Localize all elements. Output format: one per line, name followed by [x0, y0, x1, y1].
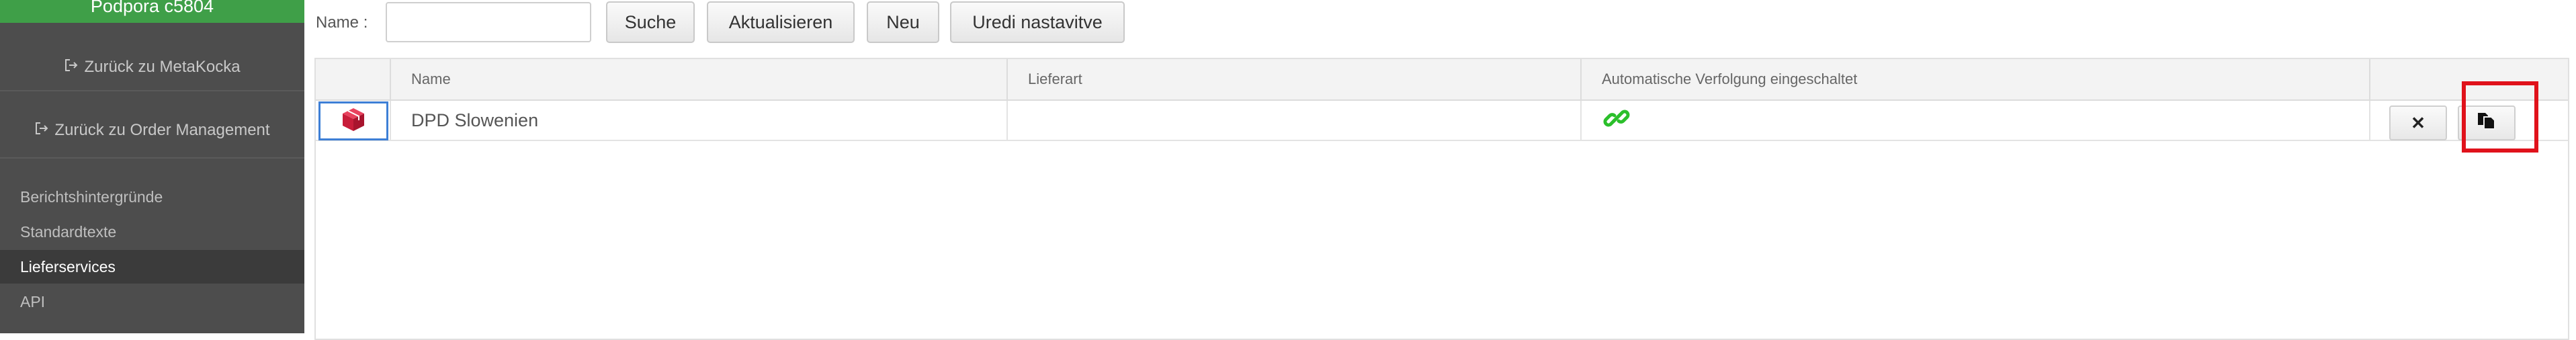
back-to-order-management-link[interactable]: Zurück zu Order Management	[0, 110, 304, 151]
sidebar-item-report-backgrounds[interactable]: Berichtshintergründe	[0, 180, 304, 214]
sidebar-item-label: API	[20, 292, 46, 310]
back-link-label: Zurück zu MetaKocka	[84, 58, 241, 76]
row-icon-cell[interactable]	[318, 101, 388, 140]
package-icon	[341, 107, 366, 136]
edit-settings-button[interactable]: Uredi nastavitve	[950, 1, 1125, 43]
sign-out-icon	[34, 121, 49, 140]
table-row[interactable]: DPD Slowenien ✕	[316, 101, 2568, 141]
sidebar: Podpora c5804 Zurück zu MetaKocka Zurück…	[0, 0, 304, 333]
column-header-delivery-type[interactable]: Lieferart	[1006, 59, 1580, 99]
sidebar-item-api[interactable]: API	[0, 285, 304, 318]
brand-title: Podpora c5804	[90, 0, 214, 16]
delivery-services-table: Name Lieferart Automatische Verfolgung e…	[314, 58, 2569, 340]
column-header-actions	[2369, 59, 2568, 99]
link-icon	[1602, 103, 1631, 138]
sidebar-divider	[0, 157, 304, 159]
refresh-button[interactable]: Aktualisieren	[707, 1, 855, 43]
copy-icon	[2477, 112, 2497, 135]
sidebar-item-label: Lieferservices	[20, 257, 116, 275]
sign-out-icon	[64, 58, 79, 77]
sidebar-item-delivery-services[interactable]: Lieferservices	[0, 250, 304, 284]
sidebar-item-label: Berichtshintergründe	[20, 187, 163, 206]
column-header-icon	[316, 59, 390, 99]
new-button[interactable]: Neu	[867, 1, 939, 43]
cell-delivery-type	[1006, 101, 1580, 140]
cell-name: DPD Slowenien	[390, 101, 1006, 140]
sidebar-item-standard-texts[interactable]: Standardtexte	[0, 215, 304, 249]
sidebar-divider	[0, 90, 304, 91]
copy-button[interactable]	[2458, 105, 2516, 140]
cell-auto-tracking	[1580, 101, 2369, 140]
close-icon: ✕	[2411, 112, 2425, 133]
name-label: Name :	[316, 13, 368, 32]
brand-header: Podpora c5804	[0, 0, 304, 23]
back-to-metakocka-link[interactable]: Zurück zu MetaKocka	[0, 47, 304, 87]
back-link-label: Zurück zu Order Management	[54, 121, 270, 139]
name-search-input[interactable]	[386, 2, 591, 42]
column-header-auto-tracking[interactable]: Automatische Verfolgung eingeschaltet	[1580, 59, 2369, 99]
table-header: Name Lieferart Automatische Verfolgung e…	[316, 59, 2568, 101]
column-header-name[interactable]: Name	[390, 59, 1006, 99]
cell-actions: ✕	[2369, 101, 2568, 140]
search-button[interactable]: Suche	[606, 1, 695, 43]
sidebar-item-label: Standardtexte	[20, 222, 117, 241]
delete-button[interactable]: ✕	[2389, 105, 2447, 140]
